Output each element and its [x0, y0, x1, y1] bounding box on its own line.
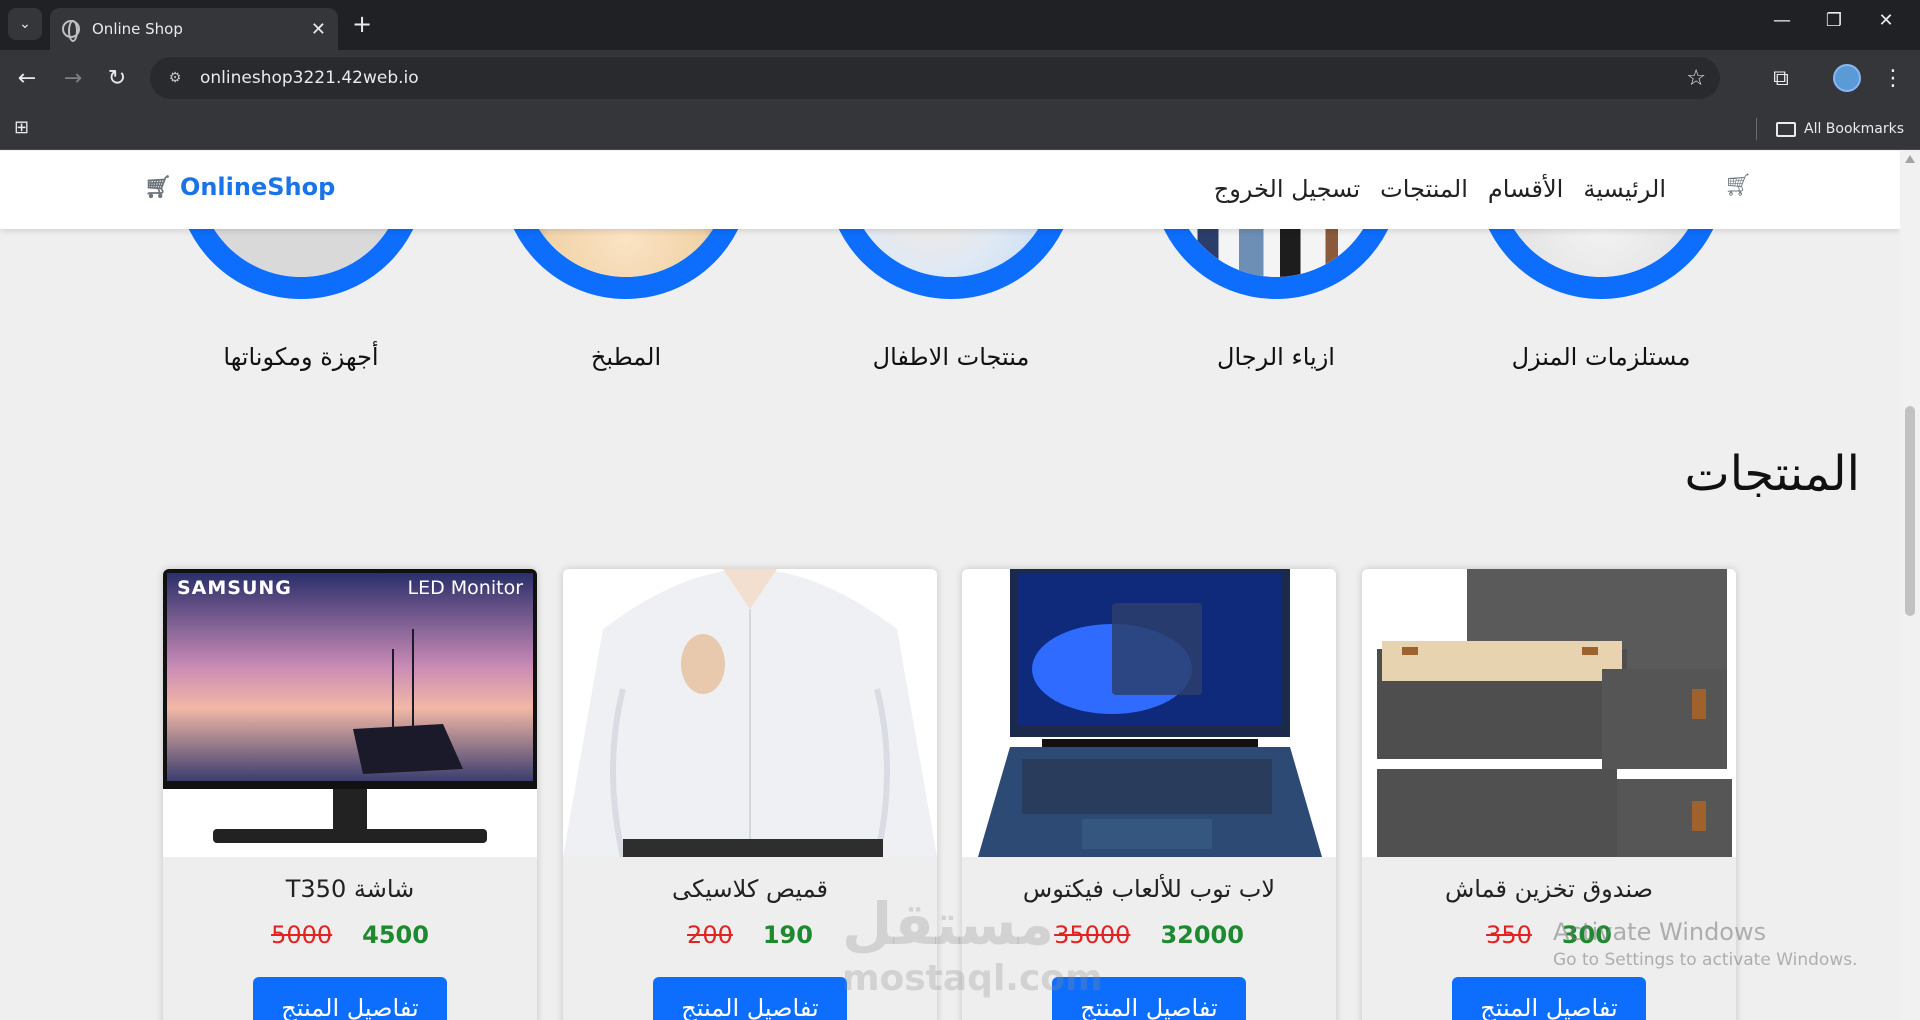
restore-button[interactable]: ❐ [1814, 10, 1854, 31]
category-label: مستلزمات المنزل [1511, 343, 1691, 371]
all-bookmarks-label: All Bookmarks [1804, 121, 1905, 137]
all-bookmarks-button[interactable]: All Bookmarks [1776, 116, 1904, 142]
category-label: ازياء الرجال [1217, 343, 1335, 371]
chevron-down-icon: ⌄ [19, 16, 31, 32]
shirt-illustration [563, 569, 937, 857]
globe-icon [62, 20, 80, 42]
storage-box-illustration [1362, 569, 1736, 857]
monitor-illustration [163, 569, 537, 857]
product-old-price: 5000 [271, 921, 333, 949]
tab-title: Online Shop [92, 20, 183, 38]
browser-toolbar: ← → ↻ ⚙ onlineshop3221.42web.io ☆ ⧉ ⋮ [0, 50, 1920, 108]
bookmarks-bar: ⊞ All Bookmarks [0, 108, 1920, 150]
activate-windows-title: Activate Windows [1553, 918, 1767, 946]
product-image-storage-box[interactable] [1362, 569, 1736, 857]
back-button[interactable]: ← [12, 64, 42, 94]
bookmarks-divider [1756, 118, 1757, 140]
menu-kebab-icon[interactable]: ⋮ [1878, 65, 1908, 93]
address-bar[interactable]: ⚙ onlineshop3221.42web.io ☆ [150, 57, 1720, 99]
browser-tab[interactable]: Online Shop ✕ [50, 8, 338, 50]
monitor-brand-text: SAMSUNG [177, 577, 292, 599]
close-window-button[interactable]: ✕ [1866, 10, 1906, 31]
product-details-button[interactable]: تفاصيل المنتج [253, 977, 447, 1020]
product-old-price: 200 [687, 921, 733, 949]
tab-search-button[interactable]: ⌄ [8, 8, 42, 40]
cart-icon: 🛒︎ [144, 174, 172, 200]
reload-button[interactable]: ↻ [102, 64, 132, 94]
site-navbar: 🛒︎ OnlineShop الرئيسية الأقسام المنتجات … [0, 151, 1900, 229]
products-section-title: المنتجات [1684, 446, 1860, 502]
nav-link-logout[interactable]: تسجيل الخروج [1214, 175, 1360, 203]
new-tab-button[interactable]: + [352, 10, 372, 38]
bookmark-star-icon[interactable]: ☆ [1686, 66, 1706, 91]
browser-tab-bar: ⌄ Online Shop ✕ + — ❐ ✕ [0, 0, 1920, 50]
product-image-laptop[interactable] [962, 569, 1336, 857]
brand-name: OnlineShop [179, 173, 336, 201]
folder-icon [1776, 121, 1796, 137]
product-old-price: 35000 [1054, 921, 1131, 949]
product-price: 4500 [362, 921, 429, 949]
nav-link-home[interactable]: الرئيسية [1583, 175, 1666, 203]
laptop-illustration [962, 569, 1336, 857]
brand-logo[interactable]: 🛒︎ OnlineShop [144, 173, 335, 201]
minimize-button[interactable]: — [1762, 10, 1802, 31]
url-text: onlineshop3221.42web.io [200, 68, 419, 88]
product-name: صندوق تخزين قماش [1444, 875, 1653, 903]
mostaql-watermark-url: mostaql.com [842, 958, 1103, 999]
extensions-icon[interactable]: ⧉ [1766, 65, 1796, 93]
nav-link-products[interactable]: المنتجات [1380, 175, 1468, 203]
scrollbar-thumb[interactable] [1905, 406, 1915, 616]
product-name: شاشة T350 [285, 875, 415, 903]
product-card: SAMSUNG LED Monitor شاشة T350 4500 5000 … [163, 569, 537, 1020]
nav-link-categories[interactable]: الأقسام [1488, 175, 1563, 203]
category-label: أجهزة ومكوناتها [223, 343, 379, 371]
product-image-shirt[interactable] [563, 569, 937, 857]
page-scrollbar[interactable] [1900, 151, 1920, 1020]
product-prices: 4500 5000 [163, 921, 537, 949]
site-info-icon[interactable]: ⚙ [164, 67, 186, 89]
scroll-up-arrow-icon[interactable] [1905, 155, 1915, 163]
forward-button[interactable]: → [58, 64, 88, 94]
activate-windows-subtitle: Go to Settings to activate Windows. [1553, 950, 1858, 970]
nav-links: الرئيسية الأقسام المنتجات تسجيل الخروج [1214, 175, 1666, 203]
category-label: منتجات الاطفال [872, 343, 1030, 371]
category-label: المطبخ [590, 343, 662, 371]
product-image-monitor[interactable]: SAMSUNG LED Monitor [163, 569, 537, 857]
product-price: 32000 [1160, 921, 1244, 949]
close-tab-icon[interactable]: ✕ [311, 19, 326, 40]
nav-cart-icon[interactable]: 🛒︎ [1724, 173, 1752, 198]
apps-grid-icon[interactable]: ⊞ [14, 118, 34, 138]
product-details-button[interactable]: تفاصيل المنتج [653, 977, 847, 1020]
monitor-badge-text: LED Monitor [407, 577, 523, 599]
mostaql-watermark: مستقل [842, 890, 1055, 958]
profile-avatar[interactable] [1833, 64, 1861, 92]
product-price: 190 [762, 921, 813, 949]
product-details-button[interactable]: تفاصيل المنتج [1452, 977, 1646, 1020]
product-old-price: 350 [1486, 921, 1532, 949]
